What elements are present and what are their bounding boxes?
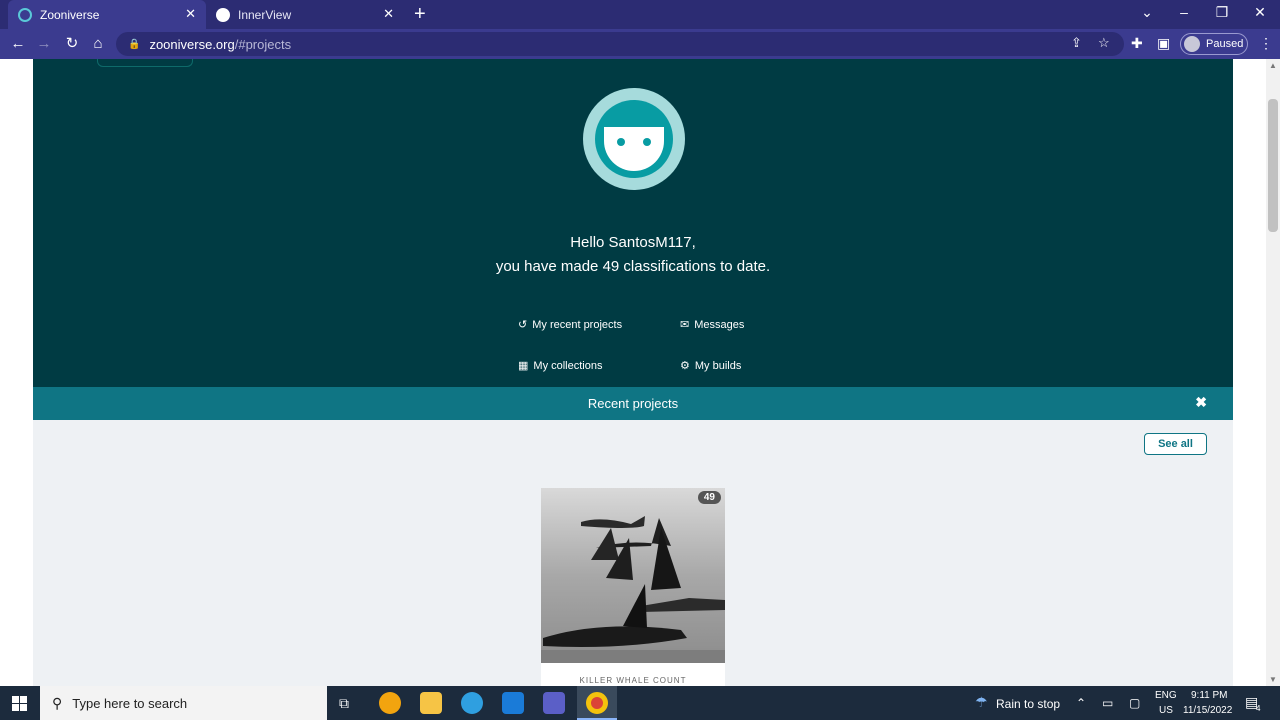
tab-innerview[interactable]: InnerView ✕ — [206, 0, 404, 29]
task-view-icon[interactable]: ⧉ — [339, 695, 349, 712]
clock-time[interactable]: 9:11 PM — [1191, 690, 1228, 701]
link-label: Messages — [694, 318, 745, 331]
search-icon: ⚲ — [52, 694, 63, 711]
chrome-icon — [586, 692, 608, 714]
windows-start-icon[interactable] — [12, 696, 27, 711]
scroll-down-arrow-icon[interactable]: ▼ — [1269, 675, 1277, 684]
taskbar-search-box[interactable]: ⚲ Type here to search — [40, 686, 327, 720]
history-icon: ↺ — [518, 319, 528, 331]
rewards-medal-icon[interactable] — [379, 692, 401, 714]
my-builds-link[interactable]: ⚙ My builds — [680, 359, 742, 373]
battery-icon[interactable]: ▭ — [1102, 696, 1113, 710]
my-recent-projects-link[interactable]: ↺ My recent projects — [518, 318, 623, 332]
tab-title: Zooniverse — [40, 7, 100, 22]
messages-link[interactable]: ✉ Messages — [680, 318, 745, 332]
lock-icon: 🔒 — [128, 38, 141, 50]
weather-text[interactable]: Rain to stop — [996, 697, 1060, 711]
recent-projects-title: Recent projects — [587, 396, 679, 411]
link-label: My recent projects — [532, 318, 623, 331]
home-icon[interactable]: ⌂ — [88, 34, 108, 54]
forward-arrow-icon[interactable]: → — [34, 34, 54, 54]
tab-search-chevron-icon[interactable]: ⌄ — [1137, 4, 1157, 21]
extensions-puzzle-icon[interactable]: ✚ — [1131, 35, 1143, 52]
address-bar[interactable]: 🔒 zooniverse.org/#projects ⇪ ☆ — [116, 32, 1124, 56]
close-icon[interactable]: ✖ — [1195, 394, 1207, 411]
profile-status: Paused — [1206, 38, 1244, 50]
gear-icon: ⚙ — [680, 360, 690, 372]
new-tab-plus-icon[interactable]: + — [414, 3, 426, 25]
link-label: My collections — [533, 359, 603, 372]
scroll-up-arrow-icon[interactable]: ▲ — [1269, 61, 1277, 70]
see-all-button[interactable]: See all — [1144, 433, 1207, 455]
close-tab-icon[interactable]: ✕ — [185, 6, 196, 22]
greeting-line: Hello SantosM117, — [570, 234, 696, 251]
avatar-eye — [643, 138, 651, 146]
weather-umbrella-icon: ☂ — [975, 694, 988, 710]
minimize-icon[interactable]: – — [1174, 4, 1194, 20]
scrollbar-thumb[interactable] — [1268, 99, 1278, 232]
file-explorer-icon[interactable] — [420, 692, 442, 714]
link-label: My builds — [694, 359, 742, 372]
url-host: zooniverse.org — [149, 36, 235, 52]
recent-projects-area: See all 49 KILLER WHALE COUNT — [33, 420, 1233, 686]
innerview-favicon-icon — [216, 7, 230, 22]
my-collections-link[interactable]: ▦ My collections — [518, 359, 603, 373]
share-icon[interactable]: ⇪ — [1071, 35, 1082, 51]
close-tab-icon[interactable]: ✕ — [383, 6, 394, 22]
recent-projects-header: Recent projects ✖ — [33, 387, 1233, 420]
clock-date[interactable]: 11/15/2022 — [1183, 705, 1232, 716]
tab-title: InnerView — [238, 7, 292, 22]
browser-toolbar: ← → ↻ ⌂ 🔒 zooniverse.org/#projects ⇪ ☆ ✚… — [0, 29, 1280, 59]
chrome-taskbar-button[interactable] — [577, 686, 617, 720]
url-path: /#projects — [234, 36, 292, 52]
profile-button[interactable]: Paused — [1180, 33, 1248, 55]
restore-icon[interactable]: ❐ — [1212, 4, 1232, 21]
bookmark-star-icon[interactable]: ☆ — [1098, 35, 1110, 51]
hero-top-tab — [97, 59, 193, 67]
avatar-face — [604, 127, 664, 171]
tab-zooniverse[interactable]: Zooniverse ✕ — [8, 0, 206, 29]
avatar-face-bg — [595, 100, 673, 178]
avatar-eye — [617, 138, 625, 146]
browser-tab-strip: Zooniverse ✕ InnerView ✕ + ⌄ – ❐ ✕ — [0, 0, 1280, 29]
user-hero-section: Hello SantosM117, you have made 49 class… — [33, 59, 1233, 387]
page-viewport: Hello SantosM117, you have made 49 class… — [0, 59, 1266, 686]
project-title: KILLER WHALE COUNT — [579, 676, 687, 685]
mail-icon[interactable] — [502, 692, 524, 714]
profile-avatar — [1184, 36, 1200, 52]
zooniverse-avatar — [583, 88, 685, 190]
edge-browser-icon[interactable] — [461, 692, 483, 714]
language-top[interactable]: ENG — [1155, 690, 1177, 701]
grid-icon: ▦ — [518, 360, 529, 372]
window-close-icon[interactable]: ✕ — [1250, 4, 1270, 21]
notification-count: 4 — [1256, 704, 1261, 713]
teams-icon[interactable] — [543, 692, 565, 714]
killer-whale-photo — [541, 488, 725, 663]
classification-count-badge: 49 — [697, 491, 721, 504]
search-placeholder: Type here to search — [72, 695, 188, 711]
network-icon[interactable]: ▢ — [1129, 696, 1140, 710]
language-bottom[interactable]: US — [1159, 705, 1173, 716]
zooniverse-favicon-icon — [18, 7, 32, 22]
envelope-icon: ✉ — [680, 319, 690, 331]
reload-icon[interactable]: ↻ — [62, 34, 82, 54]
side-panel-icon[interactable]: ▣ — [1157, 35, 1170, 52]
windows-taskbar: ⚲ Type here to search ⧉ ☂ Rain to stop ⌃… — [0, 686, 1280, 720]
vertical-scrollbar[interactable]: ▲ ▼ — [1266, 59, 1280, 686]
more-menu-icon[interactable]: ⋮ — [1259, 35, 1273, 52]
back-arrow-icon[interactable]: ← — [8, 34, 28, 54]
greeting: Hello SantosM117, you have made 49 class… — [33, 231, 1233, 279]
classification-summary: you have made 49 classifications to date… — [495, 258, 771, 275]
show-hidden-icons-chevron-icon[interactable]: ⌃ — [1076, 696, 1086, 710]
project-card[interactable]: 49 KILLER WHALE COUNT — [541, 488, 725, 686]
